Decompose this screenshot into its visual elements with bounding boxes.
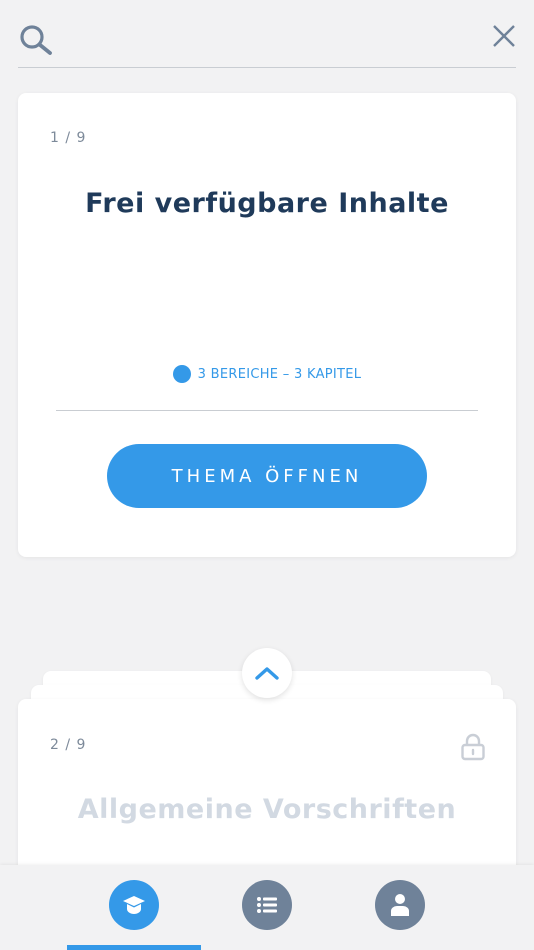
search-input[interactable] xyxy=(66,24,466,56)
open-topic-button[interactable]: THEMA ÖFFNEN xyxy=(107,444,427,508)
nav-learn[interactable] xyxy=(109,880,159,930)
user-icon xyxy=(391,894,409,916)
search-bar xyxy=(18,18,516,68)
search-icon[interactable] xyxy=(18,24,54,56)
card-counter: 1 / 9 xyxy=(50,130,87,146)
list-icon xyxy=(257,897,277,913)
bottom-nav xyxy=(0,865,534,950)
card-meta: 3 BEREICHE – 3 KAPITEL xyxy=(18,364,516,384)
chevron-up-icon xyxy=(255,667,279,680)
active-tab-indicator xyxy=(67,945,201,950)
card-counter: 2 / 9 xyxy=(50,737,87,753)
expand-stack-button[interactable] xyxy=(242,648,292,698)
graduation-cap-icon xyxy=(123,896,145,914)
divider xyxy=(56,410,478,411)
nav-profile[interactable] xyxy=(375,880,425,930)
card-title: Allgemeine Vorschriften xyxy=(77,794,457,825)
lock-icon xyxy=(461,733,485,761)
card-title: Frei verfügbare Inhalte xyxy=(85,188,449,219)
close-icon[interactable] xyxy=(492,24,516,48)
nav-list[interactable] xyxy=(242,880,292,930)
card-meta-text: 3 BEREICHE – 3 KAPITEL xyxy=(197,366,362,382)
status-dot-icon xyxy=(172,365,191,383)
topic-card[interactable]: 1 / 9 Frei verfügbare Inhalte 3 BEREICHE… xyxy=(18,93,516,557)
